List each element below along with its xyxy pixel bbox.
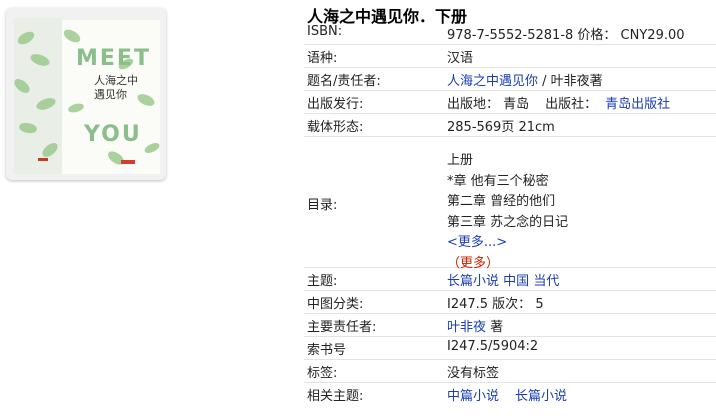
publisher-value: 出版地： 青岛 出版社： 青岛出版社 (447, 93, 670, 112)
row-subject: 主题: 长篇小说 中国 当代 (304, 268, 716, 291)
publish-place: 出版地： 青岛 (447, 97, 530, 112)
subject-link[interactable]: 中国 (503, 274, 529, 289)
language-value: 汉语 (447, 51, 474, 66)
related-label: 相关主题: (307, 389, 364, 404)
subject-value: 长篇小说 中国 当代 (447, 270, 559, 289)
toc-line: *章 他有三个秘密 (447, 173, 549, 189)
title-author-rest: / 叶非夜著 (538, 74, 603, 89)
title-link[interactable]: 人海之中遇见你 (447, 74, 538, 89)
related-link[interactable]: 长篇小说 (515, 389, 567, 404)
toc-line: 第三章 苏之念的日记 (447, 214, 569, 230)
physical-label: 载体形态: (307, 120, 364, 135)
author-link[interactable]: 叶非夜 (447, 320, 486, 335)
main-author-value: 叶非夜 著 (447, 316, 503, 335)
classification-value: I247.5 版次： 5 (447, 297, 544, 312)
toc-more-link[interactable]: <更多...> (447, 233, 568, 254)
subject-link[interactable]: 长篇小说 (447, 274, 499, 289)
cover-title-you: YOU (84, 122, 142, 147)
row-tags: 标签: 没有标签 (304, 360, 716, 383)
cover-handwritten-line2: 遇见你 (94, 88, 127, 101)
subject-link[interactable]: 当代 (533, 274, 559, 289)
call-number-value: I247.5/5904:2 (447, 339, 539, 354)
call-number-label: 索书号 (307, 343, 347, 358)
row-related: 相关主题: 中篇小说 长篇小说 (304, 383, 716, 405)
row-call-number: 索书号 I247.5/5904:2 (304, 337, 716, 360)
row-publisher: 出版发行: 出版地： 青岛 出版社： 青岛出版社 (304, 91, 716, 114)
main-author-label: 主要责任者: (307, 320, 377, 335)
toc-line: 上册 (447, 153, 474, 168)
book-details-table: ISBN: 978-7-5552-5281-8 价格： CNY29.00 语种:… (304, 22, 716, 405)
subject-label: 主题: (307, 274, 338, 289)
toc-label: 目录: (307, 198, 338, 213)
cover-title-meet: MEET (76, 46, 151, 71)
publisher-prefix: 出版社： (545, 97, 598, 112)
cover-handwritten-line1: 人海之中 (94, 74, 138, 87)
book-cover-image[interactable]: MEET 人海之中 遇见你 YOU (6, 8, 166, 180)
isbn-label: ISBN: (307, 24, 343, 39)
toc-value: 上册 *章 他有三个秘密 第二章 曾经的他们 第三章 苏之念的日记 <更多...… (447, 151, 568, 274)
main-author-rest: 著 (486, 320, 504, 335)
isbn-value: 978-7-5552-5281-8 价格： CNY29.00 (447, 28, 685, 43)
row-toc: 目录: 上册 *章 他有三个秘密 第二章 曾经的他们 第三章 苏之念的日记 <更… (304, 137, 716, 271)
publisher-label: 出版发行: (307, 97, 364, 112)
related-value: 中篇小说 长篇小说 (447, 385, 567, 404)
tags-label: 标签: (307, 366, 338, 381)
row-isbn: ISBN: 978-7-5552-5281-8 价格： CNY29.00 (304, 22, 716, 45)
classification-label: 中图分类: (307, 297, 364, 312)
physical-value: 285-569页 21cm (447, 120, 555, 135)
publisher-link[interactable]: 青岛出版社 (605, 97, 670, 112)
row-classification: 中图分类: I247.5 版次： 5 (304, 291, 716, 314)
toc-line: 第二章 曾经的他们 (447, 194, 556, 209)
row-physical: 载体形态: 285-569页 21cm (304, 114, 716, 137)
cover-handwritten-title: 人海之中 遇见你 (94, 74, 154, 102)
row-language: 语种: 汉语 (304, 45, 716, 68)
language-label: 语种: (307, 51, 338, 66)
tags-value: 没有标签 (447, 366, 500, 381)
related-link[interactable]: 中篇小说 (447, 389, 499, 404)
row-title-author: 题名/责任者: 人海之中遇见你 / 叶非夜著 (304, 68, 716, 91)
title-author-value: 人海之中遇见你 / 叶非夜著 (447, 70, 603, 89)
title-author-label: 题名/责任者: (307, 74, 381, 89)
row-main-author: 主要责任者: 叶非夜 著 (304, 314, 716, 337)
